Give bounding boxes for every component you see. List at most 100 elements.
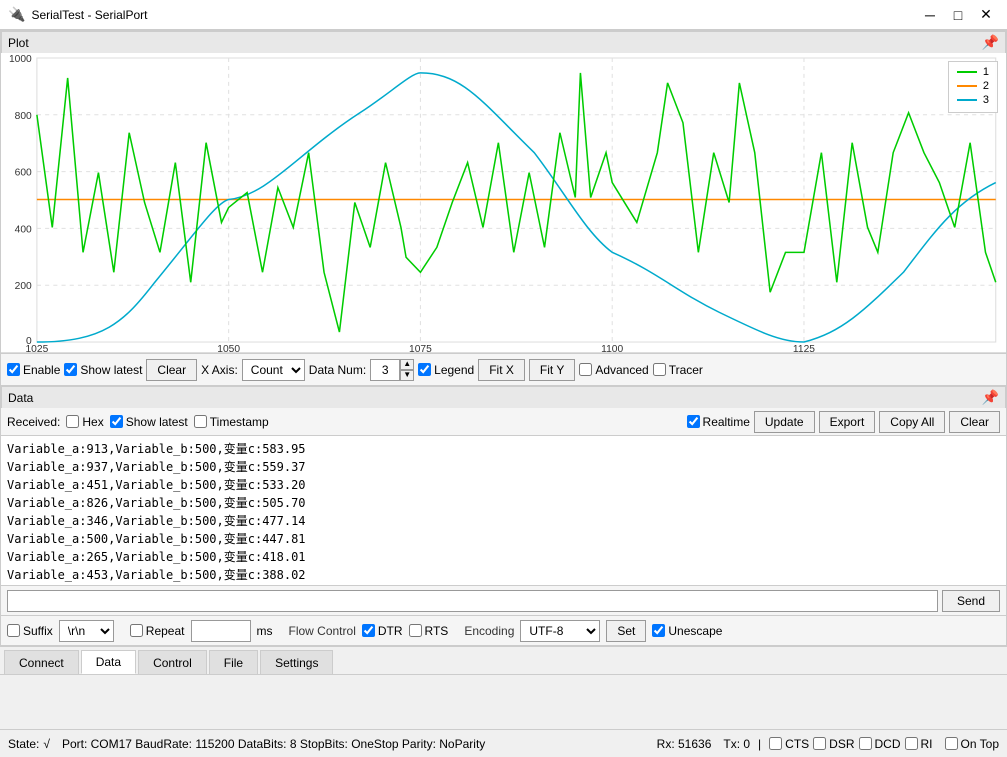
realtime-checkbox[interactable] — [687, 415, 700, 428]
data-num-input[interactable] — [370, 359, 400, 381]
copy-all-button[interactable]: Copy All — [879, 411, 945, 433]
cts-checkbox-label[interactable]: CTS — [769, 737, 809, 751]
on-top-checkbox[interactable] — [945, 737, 958, 750]
enable-checkbox-label[interactable]: Enable — [7, 363, 60, 377]
fit-y-button[interactable]: Fit Y — [529, 359, 575, 381]
advanced-checkbox-label[interactable]: Advanced — [579, 363, 648, 377]
svg-text:200: 200 — [15, 281, 32, 292]
suffix-group: Suffix \r\n \r \n — [7, 620, 114, 642]
dcd-checkbox[interactable] — [859, 737, 872, 750]
hex-checkbox-label[interactable]: Hex — [66, 415, 103, 429]
data-pin-icon[interactable]: 📌 — [982, 389, 999, 406]
ms-label: ms — [257, 624, 273, 638]
enable-checkbox[interactable] — [7, 363, 20, 376]
legend-checkbox-label[interactable]: Legend — [418, 363, 474, 377]
tab-data[interactable]: Data — [81, 650, 136, 674]
close-button[interactable]: ✕ — [973, 5, 999, 25]
plot-pin-icon[interactable]: 📌 — [982, 34, 999, 51]
dtr-label: DTR — [378, 624, 403, 638]
tab-file-label: File — [224, 656, 243, 670]
data-output[interactable]: Variable_a:913,Variable_b:500,变量c:583.95… — [1, 436, 1006, 586]
maximize-button[interactable]: □ — [945, 5, 971, 25]
timestamp-checkbox[interactable] — [194, 415, 207, 428]
title-bar-left: 🔌 SerialTest - SerialPort — [8, 6, 147, 23]
rx-value: Rx: 51636 — [657, 737, 712, 751]
tracer-checkbox-label[interactable]: Tracer — [653, 363, 703, 377]
ri-checkbox-label[interactable]: RI — [905, 737, 933, 751]
tab-control[interactable]: Control — [138, 650, 207, 674]
rts-label: RTS — [425, 624, 449, 638]
tab-settings[interactable]: Settings — [260, 650, 333, 674]
hex-checkbox[interactable] — [66, 415, 79, 428]
encoding-label: Encoding — [464, 624, 514, 638]
legend-label: Legend — [434, 363, 474, 377]
dsr-checkbox-label[interactable]: DSR — [813, 737, 854, 751]
data-line: Variable_a:346,Variable_b:500,变量c:477.14 — [7, 512, 1000, 530]
set-button[interactable]: Set — [606, 620, 646, 642]
rts-checkbox-label[interactable]: RTS — [409, 624, 449, 638]
realtime-checkbox-label[interactable]: Realtime — [687, 415, 750, 429]
dcd-checkbox-label[interactable]: DCD — [859, 737, 901, 751]
data-clear-button[interactable]: Clear — [949, 411, 1000, 433]
legend-checkbox[interactable] — [418, 363, 431, 376]
enable-label: Enable — [23, 363, 60, 377]
tab-data-label: Data — [96, 655, 121, 669]
export-button[interactable]: Export — [819, 411, 876, 433]
repeat-input[interactable]: 1000 — [191, 620, 251, 642]
plot-controls: Enable Show latest Clear X Axis: Count T… — [1, 353, 1006, 385]
svg-text:1075: 1075 — [409, 344, 432, 352]
suffix-select[interactable]: \r\n \r \n — [59, 620, 114, 642]
dtr-checkbox[interactable] — [362, 624, 375, 637]
data-line: Variable_a:453,Variable_b:500,变量c:388.02 — [7, 566, 1000, 584]
repeat-label: Repeat — [146, 624, 185, 638]
on-top-label: On Top — [961, 737, 999, 751]
plot-header: Plot 📌 — [1, 31, 1006, 53]
advanced-checkbox[interactable] — [579, 363, 592, 376]
spinner-down-button[interactable]: ▼ — [400, 370, 414, 381]
cts-checkbox[interactable] — [769, 737, 782, 750]
show-latest-checkbox-label[interactable]: Show latest — [64, 363, 142, 377]
tab-connect[interactable]: Connect — [4, 650, 79, 674]
app-title: SerialTest - SerialPort — [31, 8, 147, 22]
fit-x-button[interactable]: Fit X — [478, 359, 525, 381]
tab-file[interactable]: File — [209, 650, 258, 674]
legend-label-3: 3 — [983, 94, 989, 106]
plot-clear-button[interactable]: Clear — [146, 359, 197, 381]
timestamp-checkbox-label[interactable]: Timestamp — [194, 415, 269, 429]
minimize-button[interactable]: ─ — [917, 5, 943, 25]
unescape-checkbox[interactable] — [652, 624, 665, 637]
send-input[interactable] — [7, 590, 938, 612]
show-latest-checkbox[interactable] — [64, 363, 77, 376]
title-bar-controls: ─ □ ✕ — [917, 5, 999, 25]
suffix-checkbox-label[interactable]: Suffix — [7, 624, 53, 638]
flow-control-group: Flow Control DTR RTS — [289, 624, 449, 638]
unescape-checkbox-label[interactable]: Unescape — [652, 624, 722, 638]
data-section: Data 📌 Received: Hex Show latest Timesta… — [0, 386, 1007, 647]
data-line: Variable_a:265,Variable_b:500,变量c:418.01 — [7, 548, 1000, 566]
encoding-select[interactable]: UTF-8 ASCII — [520, 620, 600, 642]
update-button[interactable]: Update — [754, 411, 815, 433]
plot-canvas-area: 1000 800 600 400 200 0 1025 1050 1075 11… — [1, 53, 1006, 353]
spinner-up-button[interactable]: ▲ — [400, 359, 414, 370]
repeat-checkbox[interactable] — [130, 624, 143, 637]
tab-connect-label: Connect — [19, 656, 64, 670]
x-axis-select[interactable]: Count Time — [242, 359, 305, 381]
tracer-label: Tracer — [669, 363, 703, 377]
show-latest-label-data: Show latest — [126, 415, 188, 429]
tracer-checkbox[interactable] — [653, 363, 666, 376]
dsr-checkbox[interactable] — [813, 737, 826, 750]
ri-checkbox[interactable] — [905, 737, 918, 750]
rts-checkbox[interactable] — [409, 624, 422, 637]
tab-control-label: Control — [153, 656, 192, 670]
timestamp-label: Timestamp — [210, 415, 269, 429]
send-button[interactable]: Send — [942, 590, 1000, 612]
state-value: √ — [43, 737, 50, 751]
suffix-checkbox[interactable] — [7, 624, 20, 637]
dtr-checkbox-label[interactable]: DTR — [362, 624, 403, 638]
data-show-latest-checkbox[interactable] — [110, 415, 123, 428]
plot-svg: 1000 800 600 400 200 0 1025 1050 1075 11… — [1, 53, 1006, 352]
data-show-latest-label[interactable]: Show latest — [110, 415, 188, 429]
on-top-checkbox-label[interactable]: On Top — [945, 737, 999, 751]
repeat-checkbox-label[interactable]: Repeat — [130, 624, 185, 638]
svg-text:1100: 1100 — [601, 344, 623, 352]
